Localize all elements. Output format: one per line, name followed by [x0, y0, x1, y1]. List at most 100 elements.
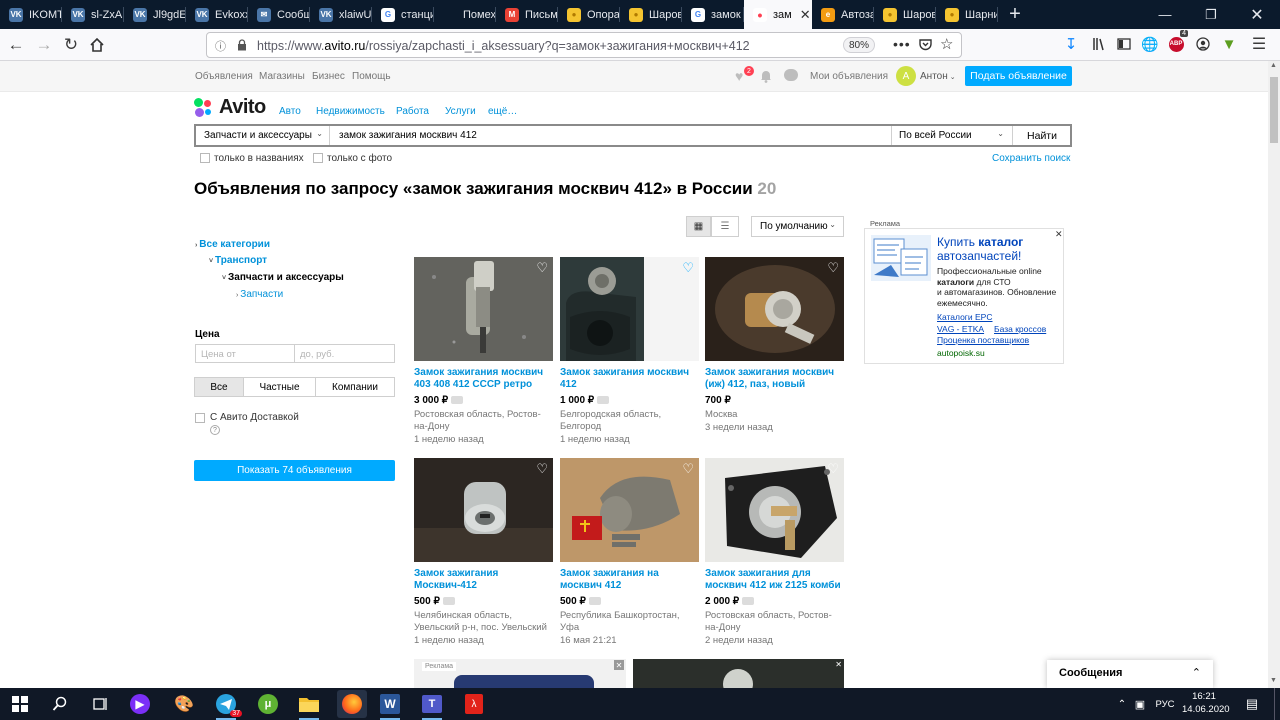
browser-tab[interactable]: M Письм [496, 0, 558, 29]
paint-app-icon[interactable]: 🎨 [172, 692, 196, 716]
favorite-heart-icon[interactable]: ♡ [827, 261, 839, 274]
browser-tab[interactable]: ✉ Сообщ [248, 0, 310, 29]
chevron-up-icon[interactable]: ⌃ [1192, 666, 1201, 679]
browser-tab[interactable]: ● Шаров [620, 0, 682, 29]
address-bar[interactable]: ⓘ https://www.avito.ru/rossiya/zapchasti… [206, 32, 962, 58]
scrollbar-thumb[interactable] [1270, 77, 1278, 143]
list-view-button[interactable]: ☰ [711, 216, 739, 237]
forward-button[interactable]: → [32, 33, 56, 57]
teams-app[interactable]: T [420, 692, 444, 720]
notifications-icon[interactable]: ▤ [1240, 692, 1264, 716]
network-icon[interactable]: ▣ [1128, 692, 1152, 716]
adblock-icon[interactable]: ABP 4 [1165, 30, 1188, 55]
favorites-heart-icon[interactable]: ♥ [735, 68, 743, 84]
word-app[interactable]: W [378, 692, 402, 720]
seller-private-tab[interactable]: Частные [243, 377, 316, 397]
browser-tab[interactable]: Gстанци [372, 0, 434, 29]
ad-link-epc[interactable]: Каталоги EPC [937, 312, 993, 322]
scroll-down-icon[interactable]: ▼ [1270, 677, 1277, 684]
media-player-icon[interactable]: ▶ [130, 694, 150, 714]
messages-widget[interactable]: Сообщения ⌃ [1047, 660, 1213, 688]
only-photo-checkbox[interactable] [313, 153, 323, 163]
browser-tab[interactable]: VK xlaiwU [310, 0, 372, 29]
tree-parts[interactable]: › Запчасти [236, 289, 283, 300]
listing-photo[interactable]: ♡ [560, 458, 699, 562]
browser-tab[interactable]: VK Evkoxx [186, 0, 248, 29]
top-link-help[interactable]: Помощь [352, 71, 391, 82]
favorite-heart-icon[interactable]: ♡ [682, 261, 694, 274]
browser-tab[interactable]: • зам ✕ [744, 0, 812, 29]
bottom-ad-tile[interactable]: Реклама ✕ [414, 659, 626, 688]
bell-icon[interactable] [760, 69, 772, 83]
utorrent-app[interactable]: μ [256, 692, 280, 716]
browser-tab[interactable]: Помехозащ [434, 0, 496, 29]
listing-photo[interactable]: ♡ [705, 257, 844, 361]
pdf-reader-app[interactable]: λ [462, 692, 486, 716]
category-realty[interactable]: Недвижимость [316, 106, 385, 117]
category-jobs[interactable]: Работа [396, 106, 429, 117]
listing-photo[interactable]: ♡ [414, 257, 553, 361]
listing-title[interactable]: Замок зажигания Москвич-412 [414, 568, 553, 593]
zoom-indicator[interactable]: 80% [843, 37, 875, 53]
ad-link-etka[interactable]: VAG - ETKA [937, 324, 984, 334]
find-button[interactable]: Найти [1014, 126, 1070, 145]
region-select[interactable]: По всей России ⌄ [893, 126, 1013, 145]
avatar[interactable]: А [896, 66, 916, 86]
close-icon[interactable]: ✕ [614, 660, 624, 670]
listing-title[interactable]: Замок зажигания для москвич 412 иж 2125 … [705, 568, 844, 593]
show-desktop-button[interactable] [1274, 688, 1275, 720]
chat-bubble-icon[interactable] [784, 69, 798, 81]
sort-select[interactable]: По умолчанию ⌄ [751, 216, 844, 237]
extension-download-icon[interactable]: ▼ [1218, 33, 1240, 55]
favorite-heart-icon[interactable]: ♡ [827, 462, 839, 475]
search-taskbar-button[interactable] [48, 692, 72, 716]
browser-tab[interactable]: Gзамок [682, 0, 744, 29]
favorite-heart-icon[interactable]: ♡ [536, 462, 548, 475]
top-link-shops[interactable]: Магазины [259, 71, 305, 82]
delivery-checkbox[interactable] [195, 413, 205, 423]
price-to-input[interactable]: до, руб. [294, 344, 395, 363]
new-tab-button[interactable]: + [998, 0, 1032, 29]
bottom-listing-tile[interactable]: ✕ [633, 659, 844, 688]
clock[interactable]: 16:21 14.06.2020 [1182, 690, 1230, 716]
only-titles-checkbox[interactable] [200, 153, 210, 163]
listing-photo[interactable]: ♡ [560, 257, 699, 361]
browser-tab[interactable]: VK IKOMTе [0, 0, 62, 29]
listing-card[interactable]: ♡ Замок зажигания москвич 412 1 000 ₽ Бе… [560, 257, 699, 446]
task-view-button[interactable] [88, 692, 112, 716]
home-button[interactable] [85, 33, 109, 57]
listing-title[interactable]: Замок зажигания москвич 403 408 412 СССР… [414, 367, 553, 392]
close-window-button[interactable]: ✕ [1234, 0, 1280, 29]
ad-link-pricing[interactable]: Проценка поставщиков [937, 335, 1029, 345]
category-more[interactable]: ещё… [488, 106, 517, 117]
reload-button[interactable]: ↻ [59, 33, 83, 57]
scroll-up-icon[interactable]: ▲ [1270, 62, 1277, 69]
save-search-link[interactable]: Сохранить поиск [992, 153, 1070, 164]
browser-tab[interactable]: VK Jl9gdE8 [124, 0, 186, 29]
vertical-scrollbar[interactable] [1268, 61, 1280, 688]
category-auto[interactable]: Авто [279, 106, 301, 117]
favorite-heart-icon[interactable]: ♡ [682, 462, 694, 475]
grid-view-button[interactable]: ▦ [686, 216, 711, 237]
avito-logo[interactable]: Avito [194, 96, 266, 119]
menu-icon[interactable]: ☰ [1248, 33, 1270, 55]
post-ad-button[interactable]: Подать объявление [965, 66, 1072, 86]
sidebar-ad[interactable]: ✕ Купить каталог автозапчастей! Профессио… [864, 228, 1064, 364]
browser-tab[interactable]: ● Опора [558, 0, 620, 29]
listing-card[interactable]: ♡ Замок зажигания для москвич 412 иж 212… [705, 458, 844, 647]
listing-title[interactable]: Замок зажигания москвич (иж) 412, паз, н… [705, 367, 844, 392]
minimize-window-button[interactable]: — [1142, 0, 1188, 29]
close-tab-icon[interactable]: ✕ [800, 7, 811, 23]
firefox-app[interactable] [337, 690, 367, 718]
listing-card[interactable]: ♡ Замок зажигания москвич 403 408 412 СС… [414, 257, 553, 446]
favorite-heart-icon[interactable]: ♡ [536, 261, 548, 274]
help-icon[interactable]: ? [210, 425, 220, 435]
top-link-business[interactable]: Бизнес [312, 71, 345, 82]
account-icon[interactable] [1192, 33, 1214, 55]
browser-tab[interactable]: ● Шаров [874, 0, 936, 29]
library-icon[interactable] [1088, 33, 1110, 55]
listing-title[interactable]: Замок зажигания на москвич 412 [560, 568, 699, 593]
telegram-app[interactable]: 37 [214, 692, 242, 720]
ad-title[interactable]: Купить каталог автозапчастей! [937, 235, 1061, 263]
top-link-ads[interactable]: Объявления [195, 71, 253, 82]
